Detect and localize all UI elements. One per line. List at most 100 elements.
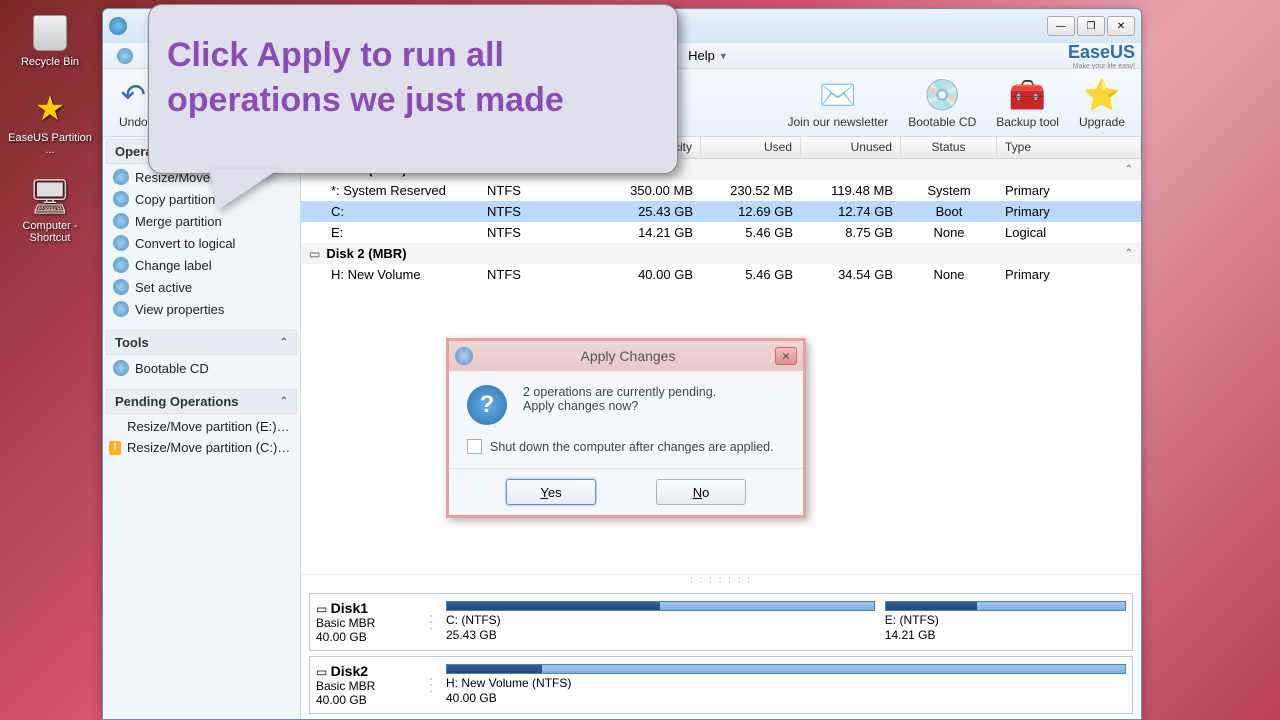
sidebar-item-label: Set active [135,280,192,295]
chevron-up-icon: ⌃ [280,337,288,348]
sidebar-item-label: Merge partition [135,214,222,229]
part-unused: 34.54 GB [801,267,901,282]
disk-map-header: ▭ Disk1Basic MBR40.00 GB [316,600,416,644]
disk-map: ▭ Disk1Basic MBR40.00 GB⋮C: (NTFS)25.43 … [309,593,1133,651]
part-capacity: 14.21 GB [599,225,701,240]
recycle-bin[interactable]: Recycle Bin [4,4,96,76]
action-icon [113,191,129,207]
part-label: H: New Volume (NTFS) [446,676,1126,691]
bootable-button[interactable]: 💿 Bootable CD [898,75,986,131]
menu-icon[interactable] [109,45,141,67]
backup-label: Backup tool [996,115,1059,129]
maximize-button[interactable]: ❐ [1077,16,1105,36]
partition-row[interactable]: *: System ReservedNTFS350.00 MB230.52 MB… [301,180,1141,201]
sidebar-item[interactable]: Merge partition [103,210,300,232]
part-unused: 119.48 MB [801,183,901,198]
upgrade-label: Upgrade [1079,115,1125,129]
sidebar-item[interactable]: Set active [103,276,300,298]
part-used: 230.52 MB [701,183,801,198]
part-used: 12.69 GB [701,204,801,219]
pending-item[interactable]: Resize/Move partition (E:) on D... [103,416,300,437]
part-unused: 8.75 GB [801,225,901,240]
part-unused: 12.74 GB [801,204,901,219]
collapse-icon[interactable]: ⌃ [1125,248,1133,259]
disk-header[interactable]: ▭Disk 2 (MBR)⌃ [301,243,1141,264]
desktop: Recycle Bin ★ EaseUS Partition ... 🖥 Com… [0,0,100,256]
disk-title: Disk2 [331,663,368,679]
undo-icon: ↶ [121,77,146,115]
pending-list: Resize/Move partition (E:) on D... !Resiz… [103,416,300,458]
sidebar-item[interactable]: Convert to logical [103,232,300,254]
part-size: 14.21 GB [885,628,1126,643]
close-button[interactable]: ✕ [1107,16,1135,36]
computer-shortcut[interactable]: 🖥 Computer - Shortcut [4,168,96,252]
question-icon: ? [467,385,507,425]
partition-row[interactable]: H: New VolumeNTFS40.00 GB5.46 GB34.54 GB… [301,264,1141,285]
part-label: *: System Reserved [301,183,479,198]
sidebar-item-label: Change label [135,258,212,273]
part-status: None [901,267,997,282]
disk-icon: ▭ [309,247,320,261]
disk-map: ▭ Disk2Basic MBR40.00 GB⋮H: New Volume (… [309,656,1133,714]
action-icon [113,257,129,273]
disk-icon: ▭ [316,665,331,679]
part-capacity: 40.00 GB [599,267,701,282]
action-icon [113,169,129,185]
yes-button[interactable]: Yes [506,479,596,505]
pending-header[interactable]: Pending Operations ⌃ [106,389,297,414]
partition-row[interactable]: C:NTFS25.43 GB12.69 GB12.74 GBBootPrimar… [301,201,1141,222]
upgrade-button[interactable]: ⭐ Upgrade [1069,75,1135,131]
menu-help[interactable]: Help ▼ [680,45,736,66]
dialog-title: Apply Changes [481,348,775,364]
partition-bar[interactable]: E: (NTFS)14.21 GB [885,601,1126,643]
sidebar: Operations ⌃ Resize/Move partitionCopy p… [103,137,301,719]
backup-button[interactable]: 🧰 Backup tool [986,75,1069,131]
sidebar-item[interactable]: Change label [103,254,300,276]
pending-header-label: Pending Operations [115,394,239,409]
brand-name: EaseUS [1068,42,1135,63]
part-label: C: [301,204,479,219]
part-label: C: (NTFS) [446,613,875,628]
pending-item[interactable]: !Resize/Move partition (C:) on D... [103,437,300,458]
shutdown-checkbox-row[interactable]: Shut down the computer after changes are… [467,439,785,454]
tools-header[interactable]: Tools ⌃ [106,330,297,355]
minimize-button[interactable]: — [1047,16,1075,36]
undo-label: Undo [119,115,148,129]
yes-label: es [548,485,562,500]
part-label: E: [301,225,479,240]
sidebar-item-label: Convert to logical [135,236,235,251]
disk-map-header: ▭ Disk2Basic MBR40.00 GB [316,663,416,707]
easeus-shortcut[interactable]: ★ EaseUS Partition ... [4,80,96,164]
dialog-message-2: Apply changes now? [523,399,716,413]
splitter[interactable]: : : : : : : : [301,574,1141,588]
globe-icon [117,48,133,64]
collapse-icon[interactable]: ⌃ [1125,164,1133,175]
dialog-close-button[interactable]: ✕ [775,347,797,365]
part-status: Boot [901,204,997,219]
pending-label: Resize/Move partition (E:) on D... [127,419,292,434]
partition-row[interactable]: E:NTFS14.21 GB5.46 GB8.75 GBNoneLogical [301,222,1141,243]
dialog-message-1: 2 operations are currently pending. [523,385,716,399]
partition-bar[interactable]: C: (NTFS)25.43 GB [446,601,875,643]
app-icon [109,17,127,35]
part-used: 5.46 GB [701,225,801,240]
partition-bar[interactable]: H: New Volume (NTFS)40.00 GB [446,664,1126,706]
newsletter-button[interactable]: ✉️ Join our newsletter [777,75,898,131]
callout-text: Click Apply to run all operations we jus… [167,36,564,119]
shutdown-checkbox[interactable] [467,439,482,454]
disk-sub1: Basic MBR [316,616,375,630]
part-status: None [901,225,997,240]
action-icon [113,213,129,229]
part-status: System [901,183,997,198]
newsletter-label: Join our newsletter [787,115,888,129]
window-controls: — ❐ ✕ [1047,16,1135,36]
star-icon: ★ [29,88,71,130]
sidebar-item-bootable-cd[interactable]: Bootable CD [103,357,300,379]
trash-icon [33,15,67,51]
sidebar-item-label: Copy partition [135,192,215,207]
sidebar-item[interactable]: View properties [103,298,300,320]
no-button[interactable]: No [656,479,746,505]
action-icon [113,279,129,295]
computer-icon: 🖥 [29,176,71,218]
part-type: Primary [997,183,1141,198]
